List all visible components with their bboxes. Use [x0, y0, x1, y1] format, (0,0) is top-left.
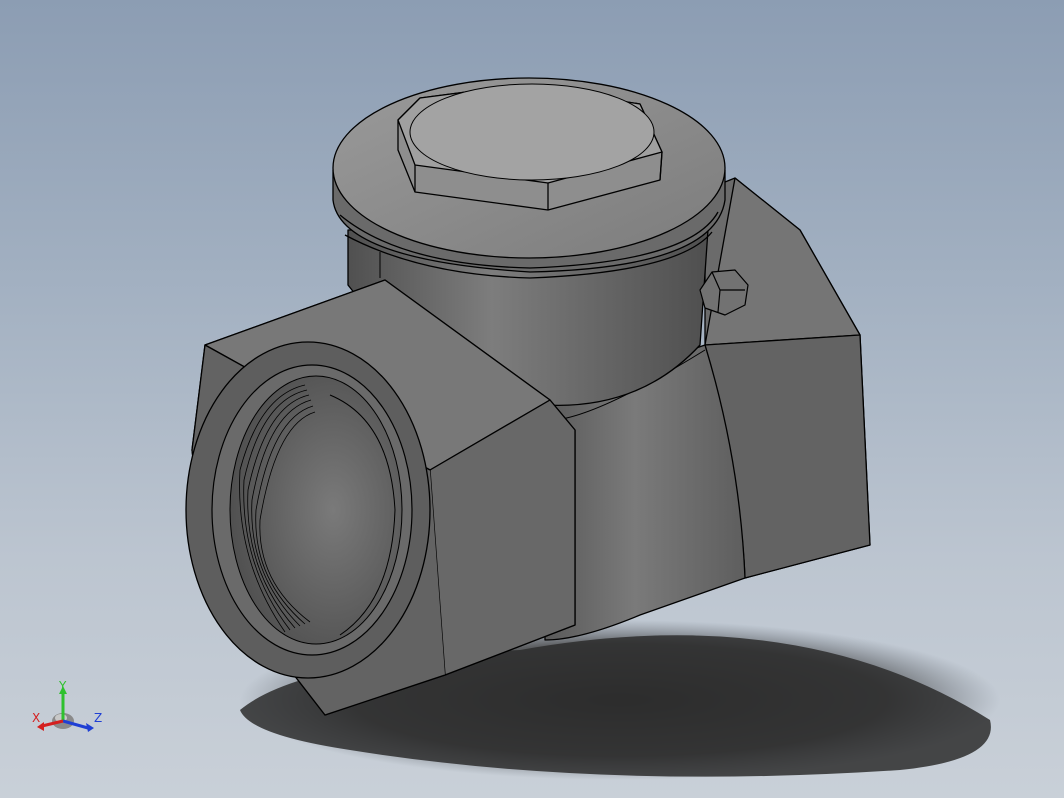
threaded-inlet-bore[interactable]: [185, 341, 431, 679]
graphics-viewport[interactable]: X Y Z: [0, 0, 1064, 798]
z-axis-label: Z: [94, 711, 102, 725]
check-valve-model[interactable]: [0, 0, 1064, 798]
x-axis-label: X: [32, 711, 40, 725]
orientation-triad[interactable]: X Y Z: [28, 678, 108, 742]
y-axis-label: Y: [58, 679, 67, 693]
